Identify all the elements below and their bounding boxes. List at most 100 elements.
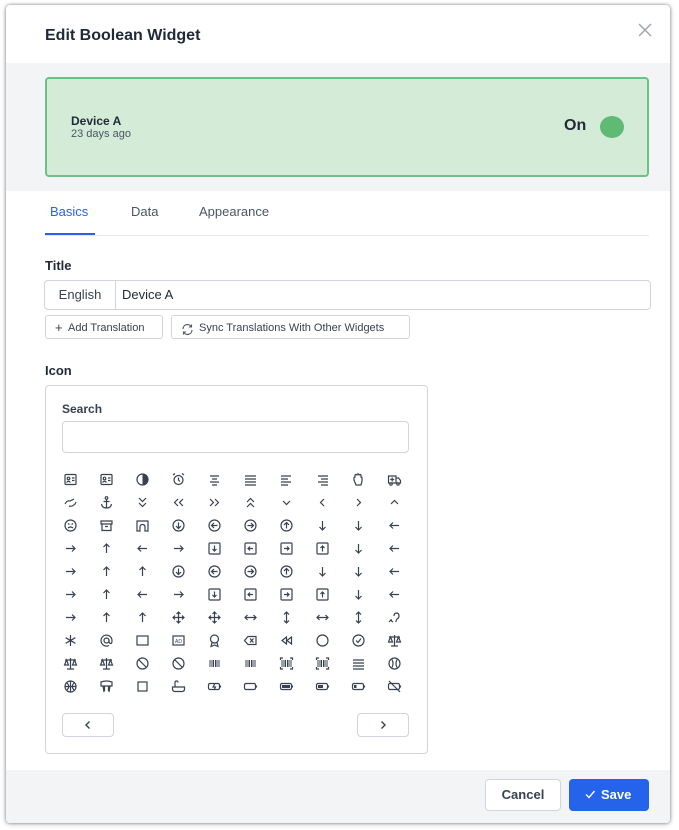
id-card-icon[interactable] (88, 468, 124, 491)
arrow-from-top-icon[interactable] (88, 583, 124, 606)
arrows-h-icon[interactable] (232, 606, 268, 629)
align-right-icon[interactable] (304, 468, 340, 491)
arrow-alt-from-bottom-icon[interactable] (340, 514, 376, 537)
arrow-alt-from-left-icon[interactable] (376, 514, 412, 537)
bath-icon[interactable] (160, 675, 196, 698)
align-justify-icon[interactable] (232, 468, 268, 491)
arrow-square-up-thin-icon[interactable] (304, 583, 340, 606)
arrow-alt-to-bottom-icon[interactable] (340, 537, 376, 560)
alarm-clock-icon[interactable] (160, 468, 196, 491)
barcode-alt-icon[interactable] (232, 652, 268, 675)
arrow-alt-left-icon[interactable] (124, 537, 160, 560)
arrows-icon[interactable] (160, 606, 196, 629)
arrow-square-down-thin-icon[interactable] (196, 583, 232, 606)
address-book-icon[interactable] (52, 468, 88, 491)
arrow-alt-to-top-icon[interactable] (88, 560, 124, 583)
chevron-up-icon[interactable] (376, 491, 412, 514)
arrow-to-left-icon[interactable] (376, 583, 412, 606)
boolean-toggle-indicator[interactable] (600, 116, 624, 138)
bars-icon[interactable] (340, 652, 376, 675)
tab-basics[interactable]: Basics (50, 204, 88, 219)
battery-half-icon[interactable] (304, 675, 340, 698)
tab-data[interactable]: Data (131, 204, 158, 219)
barcode-read-icon[interactable] (268, 652, 304, 675)
arrow-circle-down-icon[interactable] (160, 514, 196, 537)
arrow-up-icon[interactable] (124, 606, 160, 629)
arrows-v-icon[interactable] (268, 606, 304, 629)
arrow-circle-right-thin-icon[interactable] (232, 560, 268, 583)
close-icon[interactable] (634, 19, 656, 41)
chevrons-left-icon[interactable] (160, 491, 196, 514)
arrow-square-down-icon[interactable] (196, 537, 232, 560)
arrow-alt-to-left-icon[interactable] (376, 537, 412, 560)
battery-quarter-icon[interactable] (340, 675, 376, 698)
archway-icon[interactable] (124, 514, 160, 537)
save-button[interactable]: Save (569, 779, 649, 811)
american-sign-language-icon[interactable] (52, 491, 88, 514)
ban-icon[interactable] (124, 652, 160, 675)
balance-scale-right-icon[interactable] (88, 652, 124, 675)
archive-icon[interactable] (88, 514, 124, 537)
chevron-down-icon[interactable] (268, 491, 304, 514)
chevrons-up-icon[interactable] (232, 491, 268, 514)
arrow-square-left-thin-icon[interactable] (232, 583, 268, 606)
arrow-circle-up-thin-icon[interactable] (268, 560, 304, 583)
band-aid-icon[interactable] (160, 652, 196, 675)
arrow-circle-left-icon[interactable] (196, 514, 232, 537)
arrow-alt-to-right-icon[interactable] (52, 560, 88, 583)
chevron-right-icon[interactable] (340, 491, 376, 514)
award-icon[interactable] (124, 629, 160, 652)
arrow-alt-up-icon[interactable] (124, 560, 160, 583)
badge-check-icon[interactable] (340, 629, 376, 652)
add-translation-button[interactable]: + Add Translation (45, 315, 163, 339)
barcode-scan-icon[interactable] (304, 652, 340, 675)
arrow-alt-from-top-icon[interactable] (88, 537, 124, 560)
tab-appearance[interactable]: Appearance (199, 204, 269, 219)
arrow-circle-up-icon[interactable] (268, 514, 304, 537)
cancel-button[interactable]: Cancel (485, 779, 561, 811)
anchor-icon[interactable] (88, 491, 124, 514)
ad-icon[interactable]: AD (160, 629, 196, 652)
arrow-circle-right-icon[interactable] (232, 514, 268, 537)
arrows-alt-v-icon[interactable] (340, 606, 376, 629)
arrow-circle-left-thin-icon[interactable] (196, 560, 232, 583)
arrow-to-right-icon[interactable] (52, 606, 88, 629)
title-input[interactable] (117, 282, 642, 306)
arrow-circle-down-thin-icon[interactable] (160, 560, 196, 583)
backspace-icon[interactable] (232, 629, 268, 652)
battery-full-icon[interactable] (268, 675, 304, 698)
arrow-from-right-icon[interactable] (52, 583, 88, 606)
balance-scale-left-icon[interactable] (52, 652, 88, 675)
arrow-square-right-icon[interactable] (268, 537, 304, 560)
barcode-icon[interactable] (196, 652, 232, 675)
arrows-alt-icon[interactable] (196, 606, 232, 629)
arrow-square-left-icon[interactable] (232, 537, 268, 560)
baseball-icon[interactable] (376, 652, 412, 675)
award-ribbon-icon[interactable] (196, 629, 232, 652)
icon-prev-page-button[interactable] (62, 713, 114, 737)
basketball-icon[interactable] (124, 675, 160, 698)
basketball-ball-icon[interactable] (52, 675, 88, 698)
icon-search-input[interactable] (62, 421, 409, 453)
chevron-left-icon[interactable] (304, 491, 340, 514)
battery-empty-icon[interactable] (232, 675, 268, 698)
language-selector[interactable]: English (45, 281, 116, 309)
asterisk-icon[interactable] (52, 629, 88, 652)
contrast-icon[interactable] (124, 468, 160, 491)
arrow-from-left-icon[interactable] (376, 560, 412, 583)
arrow-square-up-icon[interactable] (304, 537, 340, 560)
backward-icon[interactable] (268, 629, 304, 652)
battery-bolt-icon[interactable] (196, 675, 232, 698)
arrow-down-icon[interactable] (304, 560, 340, 583)
at-icon[interactable] (88, 629, 124, 652)
balance-scale-icon[interactable] (376, 629, 412, 652)
badge-icon[interactable] (304, 629, 340, 652)
basketball-hoop-icon[interactable] (88, 675, 124, 698)
arrow-square-right-thin-icon[interactable] (268, 583, 304, 606)
arrow-left-icon[interactable] (124, 583, 160, 606)
chevrons-down-icon[interactable] (124, 491, 160, 514)
icon-next-page-button[interactable] (357, 713, 409, 737)
arrow-to-top-icon[interactable] (88, 606, 124, 629)
arrow-alt-from-right-icon[interactable] (52, 537, 88, 560)
chevrons-right-icon[interactable] (196, 491, 232, 514)
